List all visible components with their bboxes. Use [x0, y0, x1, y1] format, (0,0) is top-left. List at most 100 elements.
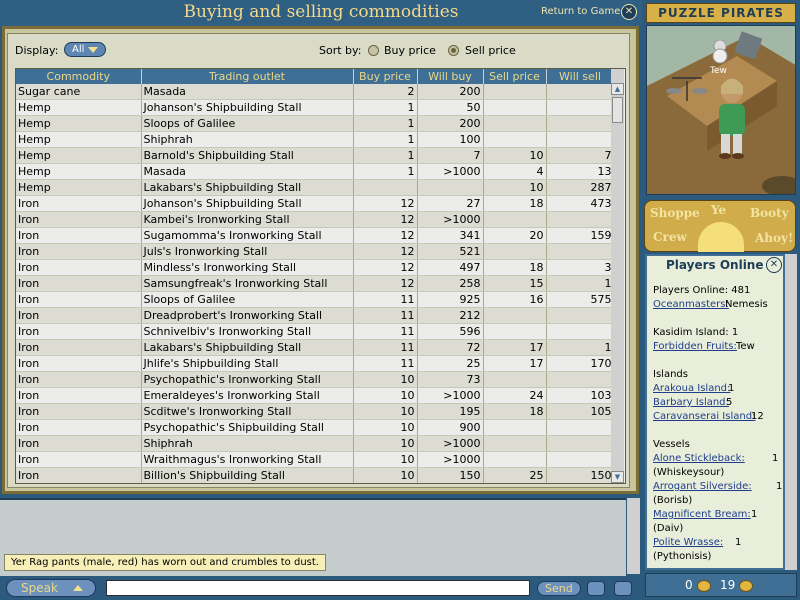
- cell-sell-price: 20: [483, 227, 547, 244]
- column-header-will-buy[interactable]: Will buy: [417, 69, 484, 84]
- table-row[interactable]: Hemp Lakabars's Shipbuilding Stall 10 287: [16, 179, 615, 196]
- tab-shoppe[interactable]: Shoppe: [650, 206, 700, 220]
- island-link[interactable]: Caravanserai Island:: [653, 411, 755, 422]
- table-row[interactable]: Hemp Sloops of Galilee 1 200: [16, 115, 615, 132]
- game-scene-view[interactable]: [646, 25, 796, 195]
- table-row[interactable]: Iron Lakabars's Shipbuilding Stall 11 72 17 1: [16, 339, 615, 356]
- cell-will-sell: 159: [546, 227, 615, 244]
- commodity-table: Commodity Trading outlet Buy price Will …: [16, 69, 615, 483]
- table-row[interactable]: Hemp Barnold's Shipbuilding Stall 1 7 10 7: [16, 147, 615, 164]
- cell-buy-price: 10: [353, 467, 418, 483]
- cell-trading-outlet: Sloops of Galilee: [141, 291, 354, 308]
- pieces-of-eight-count: 0: [685, 578, 693, 592]
- tab-ye[interactable]: Ye: [711, 203, 726, 217]
- table-row[interactable]: Iron Juls's Ironworking Stall 12 521: [16, 243, 615, 260]
- cell-commodity: Iron: [16, 291, 142, 308]
- cell-will-buy: >1000: [417, 387, 484, 404]
- table-row[interactable]: Sugar cane Masada 2 200: [16, 84, 615, 100]
- table-row[interactable]: Iron Psychopathic's Ironworking Stall 10 73: [16, 371, 615, 388]
- cell-trading-outlet: Jhlife's Shipbuilding Stall: [141, 355, 354, 372]
- table-row[interactable]: Iron Dreadprobert's Ironworking Stall 11 21…: [16, 307, 615, 324]
- close-icon[interactable]: ✕: [621, 4, 637, 20]
- vessel-link[interactable]: Polite Wrasse:: [653, 537, 723, 548]
- scroll-thumb[interactable]: [612, 97, 623, 123]
- scroll-up-icon[interactable]: ▲: [611, 83, 624, 95]
- cell-sell-price: 18: [483, 403, 547, 420]
- chat-input[interactable]: [106, 580, 530, 596]
- cell-will-sell: 150: [546, 467, 615, 483]
- vessel-link[interactable]: Arrogant Silverside:: [653, 481, 752, 492]
- chat-scrollbar[interactable]: [627, 498, 640, 574]
- table-scrollbar[interactable]: ▲ ▼: [611, 69, 624, 483]
- vessel-count: 1: [772, 453, 779, 464]
- table-row[interactable]: Iron Mindless's Ironworking Stall 12 497 18 3: [16, 259, 615, 276]
- cell-commodity: Iron: [16, 307, 142, 324]
- vessel-link[interactable]: Magnificent Bream:: [653, 509, 751, 520]
- table-row[interactable]: Iron Sloops of Galilee 11 925 16 575: [16, 291, 615, 308]
- sort-sell-price-label[interactable]: Sell price: [465, 44, 516, 57]
- cell-commodity: Iron: [16, 211, 142, 228]
- cell-sell-price: 15: [483, 275, 547, 292]
- cell-trading-outlet: Dreadprobert's Ironworking Stall: [141, 307, 354, 324]
- table-row[interactable]: Iron Kambei's Ironworking Stall 12 >1000: [16, 211, 615, 228]
- cell-buy-price: 11: [353, 323, 418, 340]
- column-header-commodity[interactable]: Commodity: [16, 69, 142, 84]
- chat-list-icon[interactable]: [587, 581, 605, 596]
- table-row[interactable]: Iron Scditwe's Ironworking Stall 10 195 18 10…: [16, 403, 615, 420]
- players-online-count: Players Online: 481: [653, 285, 751, 296]
- island-link[interactable]: Arakoua Island:: [653, 383, 730, 394]
- table-row[interactable]: Iron Jhlife's Shipbuilding Stall 11 25 17 170: [16, 355, 615, 372]
- cell-sell-price: 10: [483, 147, 547, 164]
- cell-commodity: Iron: [16, 387, 142, 404]
- column-header-trading-outlet[interactable]: Trading outlet: [141, 69, 354, 84]
- table-row[interactable]: Iron Emeraldeyes's Ironworking Stall 10 >10…: [16, 387, 615, 404]
- table-row[interactable]: Hemp Shiphrah 1 100: [16, 131, 615, 148]
- cell-commodity: Iron: [16, 451, 142, 468]
- table-row[interactable]: Iron Shiphrah 10 >1000: [16, 435, 615, 452]
- close-icon[interactable]: ✕: [766, 257, 782, 273]
- cell-commodity: Hemp: [16, 131, 142, 148]
- tab-ahoy[interactable]: Ahoy!: [755, 231, 793, 245]
- pieces-of-eight-icon: [697, 580, 711, 592]
- island-count: 1: [728, 383, 735, 394]
- cell-sell-price: 17: [483, 355, 547, 372]
- table-row[interactable]: Iron Wraithmagus's Ironworking Stall 10 >10…: [16, 451, 615, 468]
- table-row[interactable]: Hemp Johanson's Shipbuilding Stall 1 50: [16, 99, 615, 116]
- chevron-down-icon: [88, 47, 98, 53]
- return-to-game-link[interactable]: Return to Game: [541, 6, 620, 17]
- column-header-sell-price[interactable]: Sell price: [483, 69, 547, 84]
- oceanmasters-link[interactable]: Oceanmasters:: [653, 299, 729, 310]
- island-link[interactable]: Barbary Island:: [653, 397, 729, 408]
- cell-trading-outlet: Scditwe's Ironworking Stall: [141, 403, 354, 420]
- table-row[interactable]: Iron Billion's Shipbuilding Stall 10 150 25 1…: [16, 467, 615, 483]
- chat-window-icon[interactable]: [614, 581, 632, 596]
- cell-will-buy: 212: [417, 307, 484, 324]
- speak-mode-button[interactable]: Speak: [6, 579, 96, 597]
- column-header-will-sell[interactable]: Will sell: [546, 69, 615, 84]
- table-row[interactable]: Iron Sugamomma's Ironworking Stall 12 341 20…: [16, 227, 615, 244]
- tab-crew[interactable]: Crew: [653, 230, 687, 244]
- table-row[interactable]: Iron Samsungfreak's Ironworking Stall 12 25…: [16, 275, 615, 292]
- table-row[interactable]: Iron Schnivelbiv's Ironworking Stall 11 596: [16, 323, 615, 340]
- table-row[interactable]: Iron Johanson's Shipbuilding Stall 12 27 18 4…: [16, 195, 615, 212]
- cell-commodity: Iron: [16, 419, 142, 436]
- scroll-down-icon[interactable]: ▼: [611, 471, 624, 483]
- sort-buy-price-radio[interactable]: [368, 45, 379, 56]
- column-header-buy-price[interactable]: Buy price: [353, 69, 418, 84]
- crew-link[interactable]: Forbidden Fruits:: [653, 341, 737, 352]
- table-row[interactable]: Iron Psychopathic's Shipbuilding Stall 10 9…: [16, 419, 615, 436]
- cell-commodity: Hemp: [16, 163, 142, 180]
- sort-sell-price-radio[interactable]: [448, 45, 459, 56]
- vessel-link[interactable]: Alone Stickleback:: [653, 453, 745, 464]
- cell-buy-price: 1: [353, 115, 418, 132]
- speak-label: Speak: [21, 581, 58, 595]
- players-panel-scrollbar[interactable]: [785, 254, 797, 570]
- cell-trading-outlet: Johanson's Shipbuilding Stall: [141, 195, 354, 212]
- cell-will-sell: [546, 371, 615, 388]
- sort-buy-price-label[interactable]: Buy price: [384, 44, 436, 57]
- tab-booty[interactable]: Booty: [750, 206, 789, 220]
- display-filter-select[interactable]: All: [64, 42, 106, 57]
- table-row[interactable]: Hemp Masada 1 >1000 4 13: [16, 163, 615, 180]
- send-button[interactable]: Send: [537, 581, 581, 596]
- cell-sell-price: 10: [483, 179, 547, 196]
